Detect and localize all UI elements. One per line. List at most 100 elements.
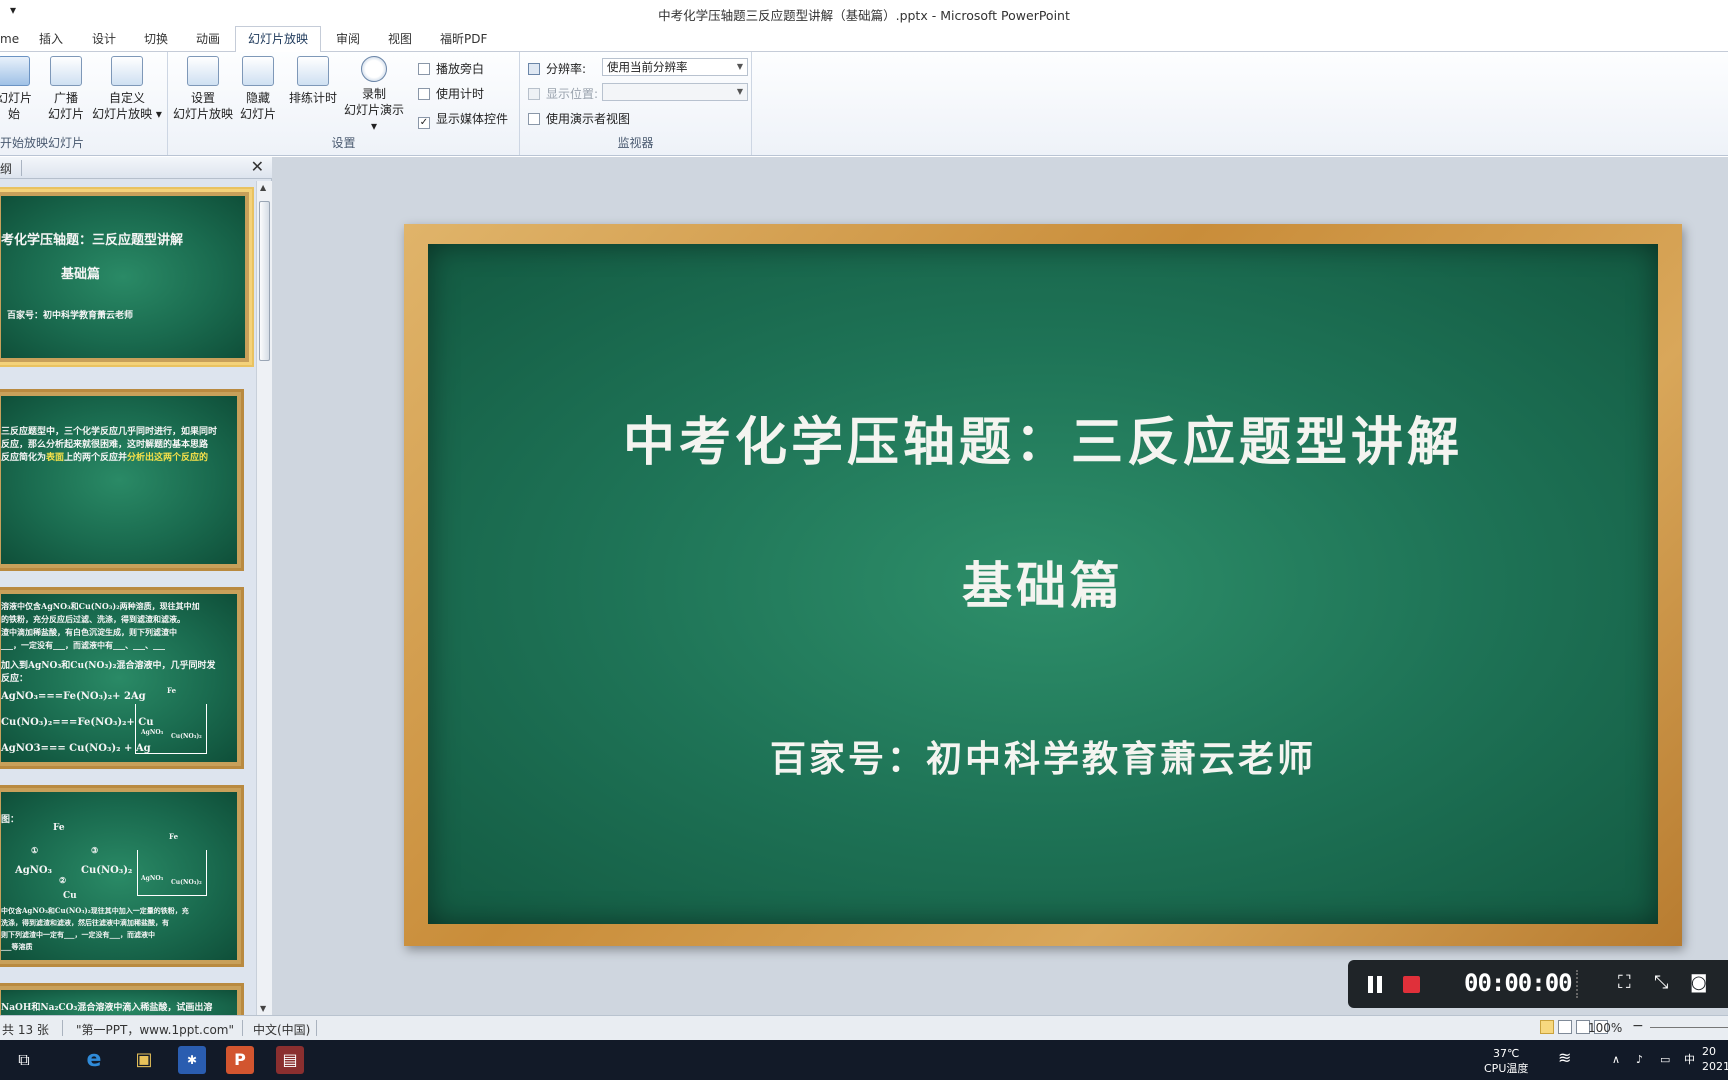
tab-view[interactable]: 视图 [382,30,418,52]
ribbon-tabs: me 插入 设计 切换 动画 幻灯片放映 审阅 视图 福昕PDF [0,26,1728,53]
normal-view-icon[interactable] [1540,1020,1554,1034]
show-on-dropdown[interactable]: ▼ [602,83,748,101]
play-narration-box[interactable] [418,63,430,75]
microphone-icon[interactable]: ♪ [1636,1052,1643,1067]
thumbnail-text-line: ___，一定没有___，而滤液中有___、___、___ [1,640,165,650]
use-timings-label: 使用计时 [436,87,485,101]
diagram-step-label: ② [59,875,67,885]
broadcast-slideshow-button[interactable]: 广播 幻灯片 [44,56,88,122]
status-bar: 共 13 张 "第一PPT，www.1ppt.com" 中文(中国) 100% … [0,1015,1728,1040]
camera-icon[interactable]: ◙ [1690,972,1707,993]
wifi-icon[interactable]: ≋ [1558,1050,1571,1066]
monitor-icon[interactable]: ▭ [1660,1052,1670,1067]
outline-tab[interactable]: 纲 [0,160,22,176]
tab-home[interactable]: me [0,30,25,52]
hide-slide-button[interactable]: 隐藏 幻灯片 [236,56,280,122]
monitors-group: 分辨率: 使用当前分辨率 ▼ 显示位置: ▼ 使用演示者视图 监视器 [520,52,752,155]
slide-thumbnail-1[interactable]: 考化学压轴题：三反应题型讲解 基础篇 百家号：初中科学教育萧云老师 [0,187,254,367]
hide-label-1: 隐藏 [245,91,270,105]
record-slideshow-button[interactable]: 录制 幻灯片演示 ▾ [340,56,408,134]
setup-slideshow-button[interactable]: 设置 幻灯片放映 [172,56,234,122]
beaker-label-agno3: AgNO₃ [141,875,164,882]
beaker-label-cuno3: Cu(NO₃)₂ [171,733,202,740]
tab-design[interactable]: 设计 [86,30,122,52]
thumbnail-text-part: 反应简化为 [1,453,47,463]
region-capture-icon[interactable]: ⛶ [1618,972,1631,993]
clock-date: 2021 [1702,1060,1728,1073]
thumbnail-board: 溶液中仅含AgNO₃和Cu(NO₃)₂两种溶质，现往其中加 的铁粉，充分反应后过… [1,594,237,762]
ime-indicator[interactable]: 中 [1684,1052,1695,1067]
slide-thumbnail-3[interactable]: 溶液中仅含AgNO₃和Cu(NO₃)₂两种溶质，现往其中加 的铁粉，充分反应后过… [0,587,244,769]
broadcast-label-1: 广播 [53,91,78,105]
task-view-icon[interactable]: ⧉ [10,1046,38,1074]
tab-insert[interactable]: 插入 [33,30,69,52]
play-narration-checkbox[interactable]: 播放旁白 [418,60,484,77]
thumbnail-board: 考化学压轴题：三反应题型讲解 基础篇 百家号：初中科学教育萧云老师 [1,196,245,358]
thumbnail-text-line: 溶液中仅含AgNO₃和Cu(NO₃)₂两种溶质，现往其中加 [1,601,200,611]
zoom-slider[interactable]: − [1628,1018,1728,1036]
thumbnail-board: 图： Fe ① ③ AgNO₃ Cu(NO₃)₂ ② Cu Fe AgNO₃ C… [1,792,237,960]
theme-name[interactable]: "第一PPT，www.1ppt.com" [76,1021,234,1038]
taskbar: ⧉ e ▣ ✱ P ▤ 37℃ CPU温度 ≋ ∧ ♪ ▭ 中 20 2021 [0,1040,1728,1080]
stop-record-icon[interactable] [1403,976,1420,993]
slide-count: 共 13 张 [2,1023,49,1037]
chevron-up-icon[interactable]: ∧ [1612,1052,1620,1067]
tab-transitions[interactable]: 切换 [138,30,174,52]
tab-slideshow[interactable]: 幻灯片放映 [235,26,322,53]
close-icon[interactable]: ✕ [251,157,264,176]
diagram-label-cuno3: Cu(NO₃)₂ [81,865,133,876]
chevron-down-icon: ▼ [736,62,743,71]
resolution-dropdown[interactable]: 使用当前分辨率 ▼ [602,58,748,76]
diagram-step-label: ① [31,845,39,855]
clock[interactable]: 20 2021 [1702,1044,1728,1074]
thumbnail-text-line: 的铁粉，充分反应后过滤、洗涤，得到滤渣和滤液。 [1,614,185,624]
thumbnail-highlight-text: 分析出这两个反应的 [127,453,209,463]
tab-foxit-pdf[interactable]: 福昕PDF [434,30,493,52]
slide-thumbnail-4[interactable]: 图： Fe ① ③ AgNO₃ Cu(NO₃)₂ ② Cu Fe AgNO₃ C… [0,785,244,967]
pause-icon[interactable] [1368,976,1384,994]
hide-label-2: 幻灯片 [239,107,276,121]
store-icon[interactable]: ▣ [130,1046,158,1074]
slide-sorter-icon[interactable] [1558,1020,1572,1034]
monitor-icon [528,63,540,75]
zoom-level[interactable]: 100% [1588,1021,1622,1035]
zoom-out-icon[interactable]: − [1632,1018,1644,1034]
from-current-slide-button[interactable]: 幻灯片 始 [0,56,36,122]
status-divider [242,1020,243,1036]
app-icon[interactable]: ✱ [178,1046,206,1074]
show-media-controls-checkbox[interactable]: ✓ 显示媒体控件 [418,110,508,129]
rehearse-timings-button[interactable]: 排练计时 [286,56,340,106]
clock-time: 20 [1702,1045,1716,1058]
edge-browser-icon[interactable]: e [80,1046,108,1074]
use-timings-box[interactable] [418,88,430,100]
scrollbar-thumb[interactable] [259,201,270,361]
slide-author[interactable]: 百家号：初中科学教育萧云老师 [428,730,1658,782]
setup-label-2: 幻灯片放映 [172,107,233,121]
thumbnail-title: 考化学压轴题：三反应题型讲解 [1,233,184,248]
tab-animations[interactable]: 动画 [190,30,226,52]
archive-icon[interactable]: ▤ [276,1046,304,1074]
scroll-down-icon[interactable]: ▼ [260,1004,266,1013]
zoom-track[interactable] [1650,1027,1728,1028]
thumbnail-scrollbar[interactable]: ▲ ▼ [256,181,272,1015]
record-label-2: 幻灯片演示 ▾ [343,103,404,133]
window-title: 中考化学压轴题三反应题型讲解（基础篇）.pptx - Microsoft Pow… [658,8,1070,23]
scroll-up-icon[interactable]: ▲ [260,183,266,192]
diagram-label-cu: Cu [63,891,77,901]
thumbnail-text-line: NaOH和Na₂CO₃混合溶液中滴入稀盐酸，试画出溶 [1,1003,213,1013]
presenter-view-box[interactable] [528,113,540,125]
tab-review[interactable]: 审阅 [330,30,366,52]
presenter-view-checkbox[interactable]: 使用演示者视图 [528,110,630,127]
custom-slideshow-button[interactable]: 自定义 幻灯片放映 ▾ [90,56,164,122]
slide-subtitle[interactable]: 基础篇 [428,546,1658,618]
slide-thumbnail-2[interactable]: 三反应题型中，三个化学反应几乎同时进行，如果同时 反应，那么分析起来就很困难，这… [0,389,244,571]
language-indicator[interactable]: 中文(中国) [253,1021,310,1038]
slide-title[interactable]: 中考化学压轴题：三反应题型讲解 [428,400,1658,475]
powerpoint-icon[interactable]: P [226,1046,254,1074]
show-media-controls-box[interactable]: ✓ [418,117,430,129]
thumbnail-subtitle: 基础篇 [61,267,101,282]
use-timings-checkbox[interactable]: 使用计时 [418,85,484,102]
current-slide[interactable]: 中考化学压轴题：三反应题型讲解 基础篇 百家号：初中科学教育萧云老师 [404,224,1682,946]
presenter-view-label: 使用演示者视图 [546,112,631,126]
collapse-icon[interactable]: ⤡ [1654,972,1668,993]
